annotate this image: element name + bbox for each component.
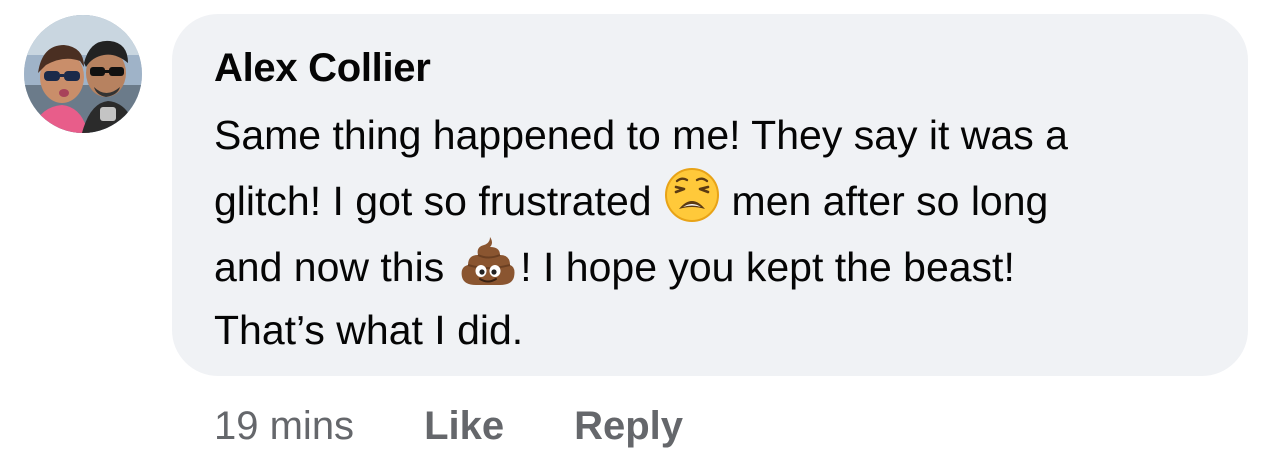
reply-button[interactable]: Reply [574,404,683,449]
comment-line: That’s what I did. [214,307,524,353]
comment-actions: 19 mins Like Reply [214,398,753,454]
comment-text: Same thing happened to me! They say it w… [214,104,1224,362]
comment-author[interactable]: Alex Collier [214,42,431,94]
comment-text-segment: men after so long [731,178,1049,224]
weary-face-emoji-icon [664,167,720,223]
comment: Alex Collier Same thing happened to me! … [0,0,1284,466]
avatar[interactable] [24,15,142,133]
comment-line: and now this ! I hope you kept the beast… [214,233,1224,299]
comment-timestamp[interactable]: 19 mins [214,404,354,449]
pile-of-poo-emoji-icon [460,233,516,289]
like-button[interactable]: Like [424,404,504,449]
comment-text-segment: ! I hope you kept the beast! [520,244,1015,290]
comment-line: Same thing happened to me! They say it w… [214,112,1068,158]
comment-text-segment: and now this [214,244,445,290]
comment-text-segment: glitch! I got so frustrated [214,178,652,224]
profile-photo-icon [24,15,142,133]
comment-line: glitch! I got so frustrated men after so… [214,167,1224,233]
